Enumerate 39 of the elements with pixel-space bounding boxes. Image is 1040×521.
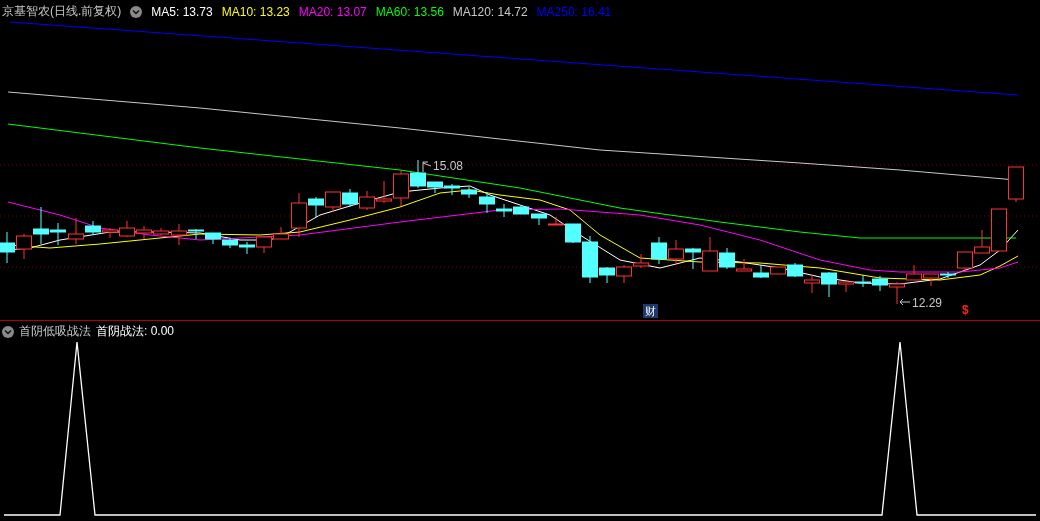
candlestick — [461, 186, 477, 199]
candlestick — [531, 213, 547, 226]
candlestick — [239, 241, 255, 255]
ma-legend-label: MA120: 14.72 — [452, 4, 528, 19]
stock-title: 京基智农(日线.前复权) — [2, 3, 122, 20]
candlestick — [668, 239, 684, 265]
low-price-label: 12.29 — [912, 296, 943, 310]
dropdown-icon[interactable] — [2, 325, 14, 338]
candlestick — [222, 237, 238, 249]
candlestick — [342, 188, 358, 208]
high-price-label: 15.08 — [433, 159, 464, 173]
candlestick — [889, 281, 905, 305]
candlestick — [651, 236, 667, 265]
candlestick — [872, 275, 888, 292]
candlestick — [359, 190, 375, 211]
ma-legend-label: MA250: 16.41 — [536, 4, 612, 19]
ma-legend-label: MA5: 13.73 — [151, 4, 213, 19]
candlestick — [0, 231, 15, 264]
candlestick — [855, 274, 871, 288]
ma-legend-label: MA20: 13.07 — [298, 4, 367, 19]
indicator-name: 首阴低吸战法 — [19, 323, 91, 340]
candlestick — [633, 253, 649, 269]
candlestick — [906, 264, 922, 281]
candlestick — [205, 232, 221, 245]
candlestick — [1008, 166, 1024, 203]
finance-marker[interactable]: 财 — [643, 304, 658, 318]
candlestick — [256, 236, 272, 254]
candlestick — [273, 226, 289, 240]
dividend-marker[interactable]: $ — [962, 303, 969, 317]
dropdown-icon[interactable] — [130, 5, 143, 18]
candlestick — [804, 274, 820, 294]
indicator-reading: 首阴战法: 0.00 — [96, 323, 175, 340]
candlestick — [444, 183, 460, 196]
pointer-arrow-icon — [422, 161, 432, 173]
ma-legend-label: MA10: 13.23 — [221, 4, 290, 19]
pointer-arrow-icon — [899, 298, 911, 306]
ma-legend-label: MA60: 13.56 — [375, 4, 444, 19]
candlestick — [325, 191, 341, 213]
candlestick — [616, 264, 632, 284]
